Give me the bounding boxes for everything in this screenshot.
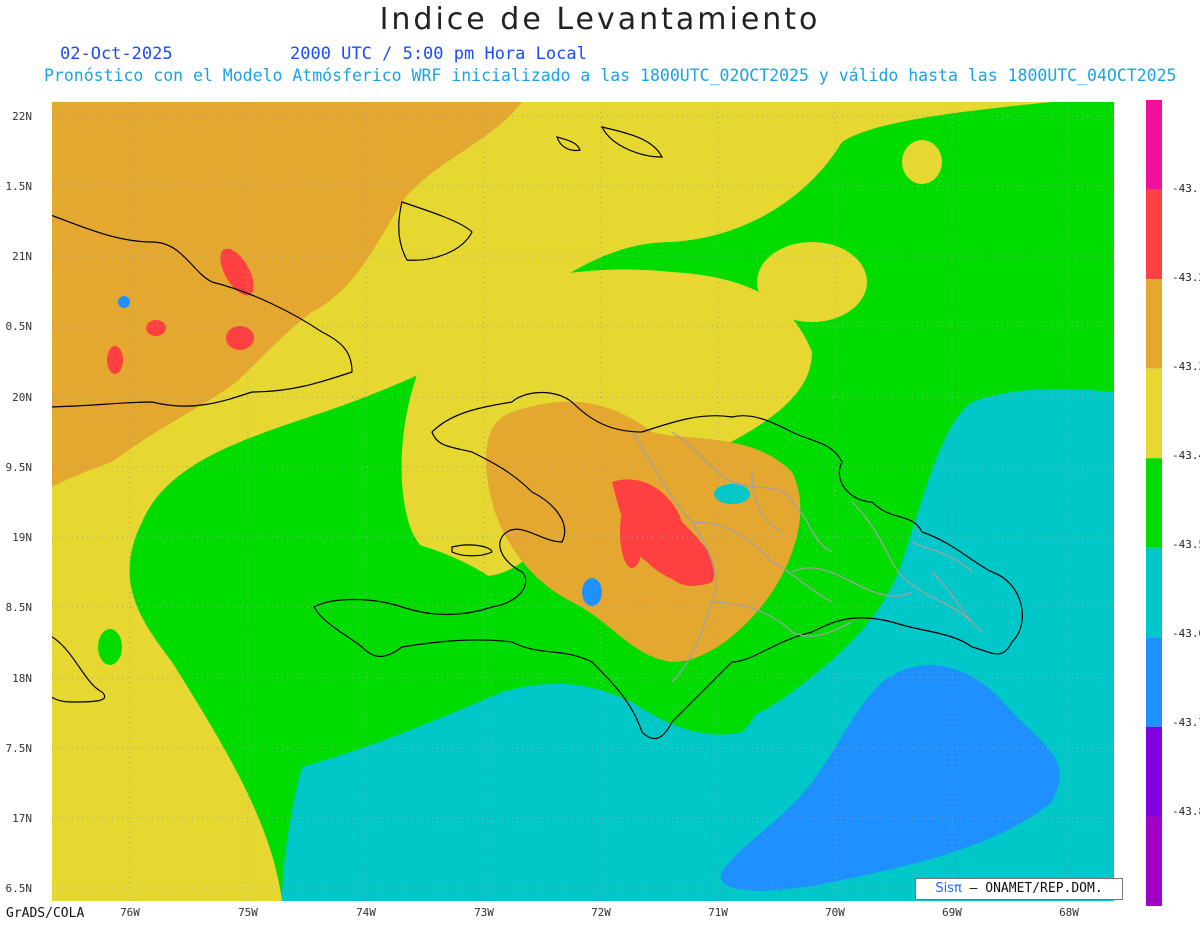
credit-text: – ONAMET/REP.DOM.	[961, 881, 1103, 896]
colorbar-label: -43.6	[1172, 627, 1200, 640]
field-green-cuba-speck	[98, 629, 122, 665]
field-red-cuba-4	[107, 346, 123, 374]
lon-label: 72W	[591, 906, 611, 919]
colorbar-cell	[1146, 547, 1162, 638]
lat-label: 1.5N	[5, 180, 33, 193]
colorbar-cell	[1146, 637, 1162, 727]
lon-label: 70W	[825, 906, 845, 919]
credit-brand: Sisπ	[935, 881, 962, 896]
colorbar-cell	[1146, 189, 1162, 280]
field-cyan-speck-3	[118, 296, 130, 308]
lat-label: 7.5N	[5, 742, 33, 755]
date-label: 02-Oct-2025	[60, 44, 173, 64]
field-red-core-3	[620, 496, 644, 568]
colorbar-cells	[1146, 100, 1162, 906]
field-red-cuba-2	[226, 326, 254, 350]
lon-label: 71W	[708, 906, 728, 919]
map-title: Indice de Levantamiento	[379, 2, 821, 37]
field-orange-patch-2	[522, 412, 602, 472]
field-cyan-speck-1	[714, 484, 750, 504]
lat-label: 21N	[12, 250, 32, 263]
lon-label: 73W	[474, 906, 494, 919]
colorbar-label: -43.7	[1172, 716, 1200, 729]
field-yellow-ne-small	[902, 140, 942, 184]
lat-label: 9.5N	[5, 461, 33, 474]
field-cyan-speck-2	[582, 578, 602, 606]
lat-label: 18N	[12, 672, 32, 685]
colorbar-cell	[1146, 816, 1162, 906]
field-red-cuba-3	[146, 320, 166, 336]
colorbar	[1146, 100, 1162, 906]
lon-label: 75W	[238, 906, 258, 919]
colorbar-label: -43.5	[1172, 538, 1200, 551]
lat-label: 20N	[12, 391, 32, 404]
lat-label: 6.5N	[5, 882, 33, 895]
colorbar-cell	[1146, 100, 1162, 190]
field-red-core-2	[670, 558, 714, 586]
colorbar-label: -43.3	[1172, 360, 1200, 373]
lon-label: 74W	[356, 906, 376, 919]
time-label: 2000 UTC / 5:00 pm Hora Local	[290, 44, 587, 64]
colorbar-cell	[1146, 279, 1162, 369]
colorbar-cell	[1146, 726, 1162, 817]
colorbar-cell	[1146, 458, 1162, 548]
lon-label: 76W	[120, 906, 140, 919]
colorbar-label: -43.2	[1172, 271, 1200, 284]
colorbar-label: -43.8	[1172, 805, 1200, 818]
colorbar-label: -43.1	[1172, 182, 1200, 195]
lon-label: 68W	[1059, 906, 1079, 919]
forecast-subtitle: Pronóstico con el Modelo Atmósferico WRF…	[44, 66, 1177, 85]
software-label: GrADS/COLA	[6, 906, 85, 921]
lat-label: 0.5N	[5, 320, 33, 333]
lat-label: 17N	[12, 812, 32, 825]
credit-box: Sisπ – ONAMET/REP.DOM.	[915, 878, 1123, 900]
lat-label: 19N	[12, 531, 32, 544]
lat-label: 8.5N	[5, 601, 33, 614]
colorbar-cell	[1146, 368, 1162, 459]
colorbar-label: -43.4	[1172, 449, 1200, 462]
lifted-index-map	[52, 102, 1114, 901]
lon-label: 69W	[942, 906, 962, 919]
lat-label: 22N	[12, 110, 32, 123]
